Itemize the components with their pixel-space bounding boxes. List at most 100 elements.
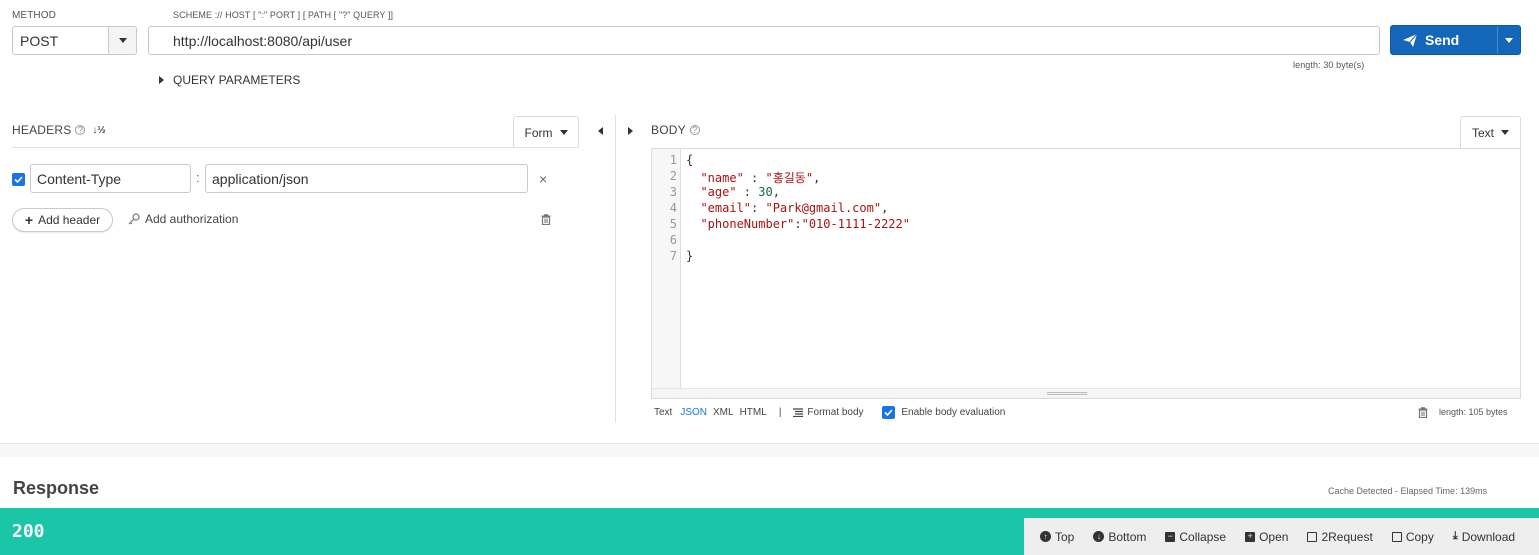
line-number-gutter: 1 2 3 4 5 6 7	[652, 149, 681, 389]
send-button[interactable]: Send	[1391, 26, 1497, 54]
cache-info: Cache Detected - Elapsed Time: 139ms	[1328, 486, 1488, 496]
copy-icon	[1391, 531, 1402, 542]
collapse-button[interactable]: − Collapse	[1165, 530, 1226, 544]
code-line: }	[686, 249, 693, 263]
download-button[interactable]: ⤓ Download	[1453, 530, 1515, 544]
code-text: {	[686, 153, 694, 167]
sort-icon[interactable]: ↓½	[92, 125, 105, 136]
headers-title-row: HEADERS ? ↓½	[12, 123, 106, 137]
add-header-label: Add header	[38, 213, 101, 227]
header-value-input[interactable]: application/json	[205, 164, 528, 193]
format-xml-option[interactable]: XML	[713, 407, 734, 418]
collapse-left-arrow-icon[interactable]	[598, 127, 603, 135]
line-number: 4	[669, 201, 677, 215]
headers-title: HEADERS	[12, 123, 72, 137]
trash-icon[interactable]	[541, 214, 551, 225]
body-mode-select[interactable]: Text	[1460, 116, 1521, 148]
code-line: "phoneNumber":"010-1111-2222"	[686, 217, 910, 231]
line-number: 1	[669, 153, 677, 167]
collapse-label: Collapse	[1179, 529, 1227, 544]
json-value: "홍길동"	[765, 171, 814, 185]
add-header-button[interactable]: + Add header	[12, 208, 113, 232]
code-line: {	[686, 153, 693, 167]
paper-plane-icon	[1403, 33, 1417, 47]
add-authorization-label: Add authorization	[145, 212, 239, 226]
rest-client-window: METHOD POST SCHEME :// HOST [ ":" PORT ]…	[0, 0, 1539, 555]
format-body-label: Format body	[807, 407, 864, 418]
method-label: METHOD	[12, 10, 56, 21]
header-enabled-checkbox[interactable]	[12, 173, 25, 186]
body-evaluation-checkbox[interactable]	[882, 406, 896, 419]
line-number: 7	[669, 249, 677, 263]
align-left-icon	[793, 408, 804, 417]
download-label: Download	[1461, 529, 1516, 544]
format-separator: |	[778, 407, 782, 418]
response-toolbar: ↑ Top ↓ Bottom − Collapse + Open 2Request Co…	[1024, 518, 1539, 555]
open-button[interactable]: + Open	[1245, 530, 1288, 544]
json-sep: :	[736, 185, 759, 199]
checkmark-icon	[14, 176, 23, 183]
remove-header-icon[interactable]: ×	[539, 171, 547, 187]
separator-line	[872, 407, 875, 418]
format-html-option[interactable]: HTML	[740, 407, 767, 418]
copy-label: Copy	[1405, 529, 1434, 544]
chevron-down-icon	[1501, 130, 1509, 135]
send-options-button[interactable]	[1497, 26, 1520, 54]
headers-divider	[12, 147, 579, 148]
key-icon	[128, 213, 140, 225]
collapse-right-arrow-icon[interactable]	[628, 127, 633, 135]
chevron-down-icon	[559, 130, 568, 135]
json-key: "email"	[700, 201, 752, 215]
status-code: 200	[12, 521, 45, 542]
editor-resize-handle[interactable]	[652, 388, 1520, 398]
top-label: Top	[1055, 529, 1075, 544]
url-input[interactable]: http://localhost:8080/api/user	[148, 26, 1380, 55]
to-request-button[interactable]: 2Request	[1307, 530, 1373, 544]
body-title-row: BODY ?	[651, 123, 700, 137]
plus-icon: +	[24, 212, 34, 228]
headers-mode-label: Form	[524, 125, 553, 140]
code-line: "age" : 30,	[686, 185, 780, 199]
body-editor[interactable]: 1 2 3 4 5 6 7 { "name" : "홍길동", "age" : …	[651, 148, 1521, 399]
header-name-input[interactable]: Content-Type	[30, 164, 191, 193]
format-json-option[interactable]: JSON	[680, 407, 707, 418]
help-icon[interactable]: ?	[689, 125, 700, 135]
headers-mode-select[interactable]: Form	[513, 116, 579, 148]
line-number: 5	[669, 217, 677, 231]
plus-square-icon: +	[1245, 531, 1256, 542]
format-text-option[interactable]: Text	[654, 407, 672, 418]
top-button[interactable]: ↑ Top	[1040, 530, 1074, 544]
open-label: Open	[1259, 529, 1289, 544]
minus-square-icon: −	[1165, 531, 1176, 542]
arrow-up-icon: ↑	[1040, 531, 1051, 542]
expand-arrow-icon	[159, 76, 164, 84]
method-select[interactable]: POST	[12, 26, 137, 55]
send-button-group: Send	[1390, 25, 1521, 55]
url-length: length: 30 byte(s)	[1293, 60, 1365, 70]
response-header	[0, 457, 1539, 508]
url-format-label: SCHEME :// HOST [ ":" PORT ] [ PATH [ "?…	[173, 10, 394, 20]
send-label: Send	[1425, 32, 1460, 48]
bottom-button[interactable]: ↓ Bottom	[1093, 530, 1146, 544]
panel-splitter[interactable]	[615, 115, 616, 423]
json-sep: :	[794, 217, 802, 231]
format-body-button[interactable]: Format body	[793, 407, 864, 418]
json-comma: ,	[881, 201, 889, 215]
copy-button[interactable]: Copy	[1391, 529, 1434, 544]
method-value: POST	[13, 27, 109, 54]
chevron-down-icon	[118, 38, 127, 43]
query-parameters-toggle[interactable]: QUERY PARAMETERS	[159, 73, 300, 87]
method-dropdown-arrow[interactable]	[109, 27, 136, 54]
code-text: }	[686, 249, 694, 263]
json-comma: ,	[772, 185, 780, 199]
body-evaluation-label: Enable body evaluation	[901, 407, 1006, 418]
body-length: length: 105 bytes	[1439, 407, 1508, 417]
json-comma: ,	[813, 171, 821, 185]
arrow-down-icon: ↓	[1093, 531, 1105, 542]
line-number: 3	[669, 185, 677, 199]
trash-icon[interactable]	[1418, 407, 1428, 418]
chevron-down-icon	[1505, 37, 1513, 43]
add-authorization-link[interactable]: Add authorization	[128, 212, 238, 226]
help-icon[interactable]: ?	[75, 125, 86, 135]
line-number: 6	[669, 233, 677, 247]
